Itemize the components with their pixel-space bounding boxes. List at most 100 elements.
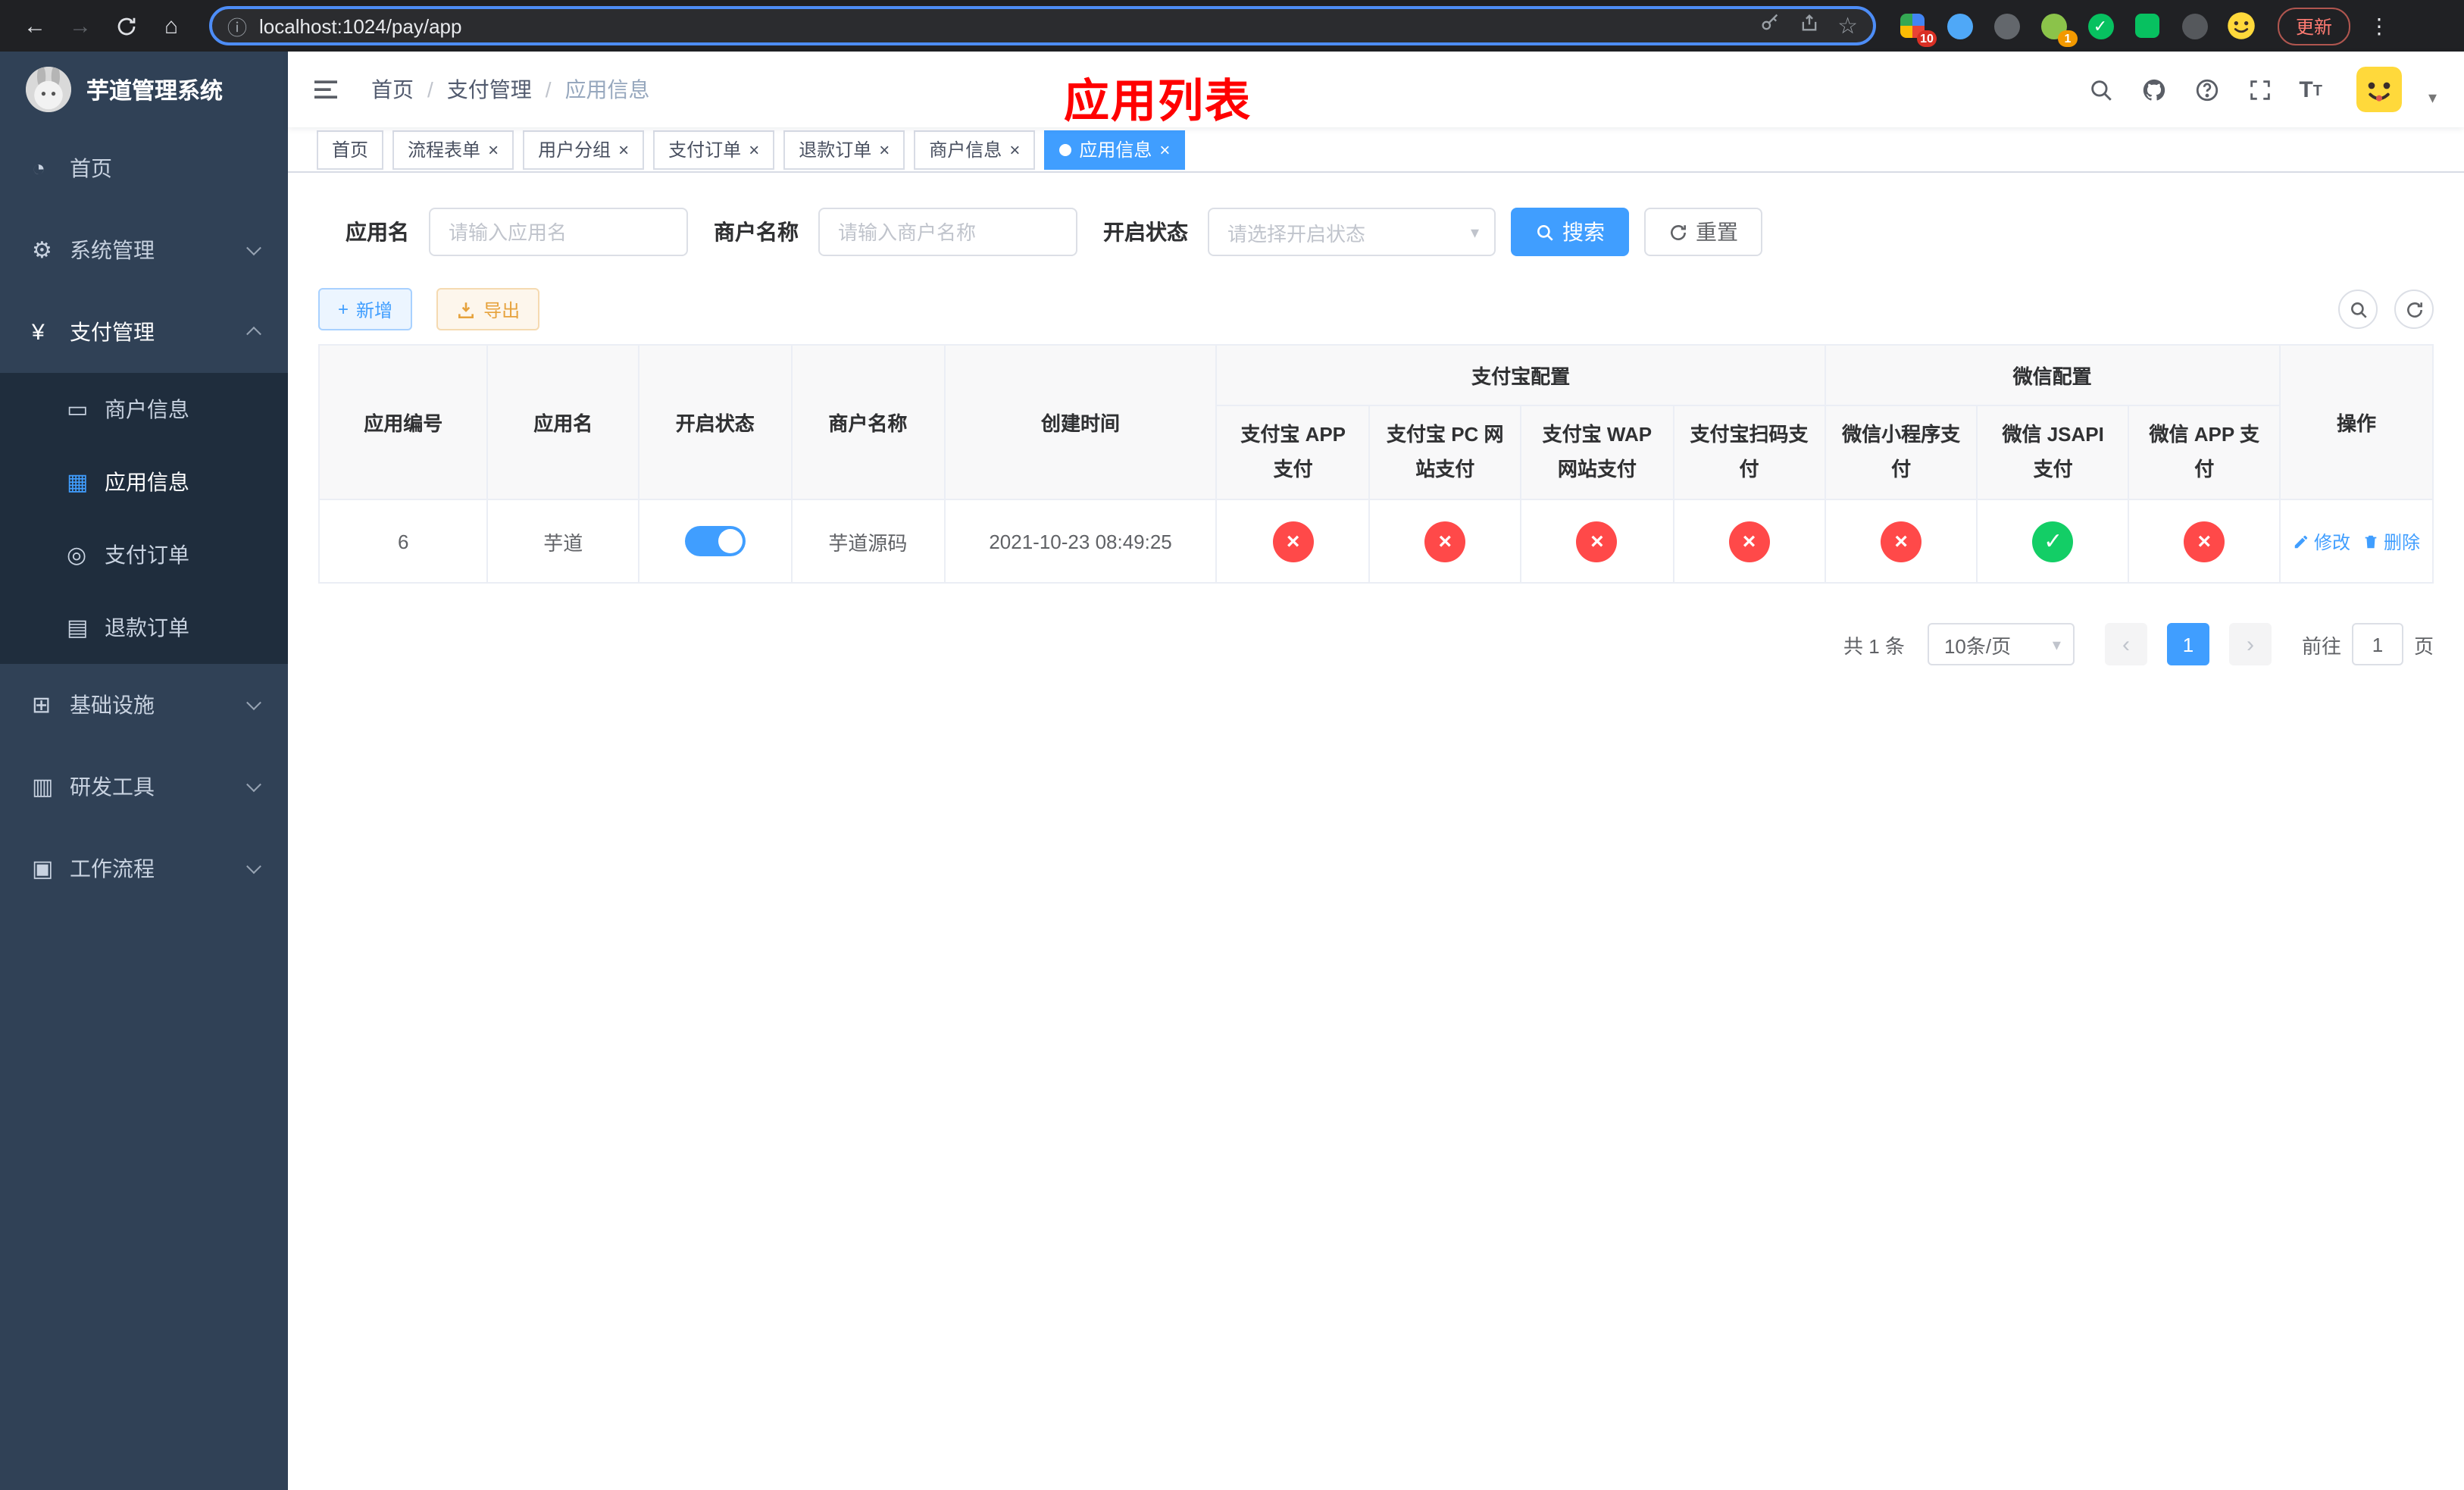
menu-label: 退款订单 xyxy=(105,615,189,640)
extension-pinned-grid-icon[interactable]: 10 xyxy=(1897,11,1937,47)
browser-refresh-icon[interactable] xyxy=(106,6,145,45)
avatar-caret-icon[interactable]: ▾ xyxy=(2428,87,2437,107)
extension-disabled-icon[interactable] xyxy=(1991,11,2022,41)
toolbox-icon: ▥ xyxy=(32,775,54,800)
col-alipay-app: 支付宝 APP 支付 xyxy=(1215,405,1371,500)
wechat-jsapi-status-icon: ✓ xyxy=(2032,521,2074,562)
sidebar-item-refund-order[interactable]: ▤ 退款订单 xyxy=(0,591,288,664)
toggle-search-button[interactable] xyxy=(2338,290,2378,329)
tab-close-icon[interactable]: × xyxy=(1159,140,1170,158)
fullscreen-icon[interactable] xyxy=(2246,76,2273,103)
menu-label: 支付管理 xyxy=(70,320,155,344)
sidebar-item-infrastructure[interactable]: ⊞ 基础设施 xyxy=(0,664,288,746)
tab-app-info[interactable]: 应用信息 × xyxy=(1044,130,1186,169)
site-info-icon[interactable]: ⓘ xyxy=(227,11,247,40)
dashboard-icon: ◔ xyxy=(32,155,46,181)
chevron-down-icon xyxy=(246,695,261,711)
add-button[interactable]: + 新增 xyxy=(318,288,413,330)
extension-green-check-icon[interactable]: ✓ xyxy=(2085,11,2115,41)
goto-page-input[interactable] xyxy=(2351,623,2403,665)
app-name-label: 应用名 xyxy=(346,220,409,244)
sidebar-item-merchant-info[interactable]: ▭ 商户信息 xyxy=(0,373,288,446)
saved-password-key-icon[interactable] xyxy=(1759,11,1780,40)
page-1-button[interactable]: 1 xyxy=(2166,623,2209,665)
breadcrumb-section[interactable]: 支付管理 xyxy=(447,74,532,105)
app-logo[interactable]: 芋道管理系统 xyxy=(0,52,288,127)
sidebar-item-pay-order[interactable]: ◎ 支付订单 xyxy=(0,518,288,591)
sidebar-item-payment[interactable]: ¥ 支付管理 xyxy=(0,291,288,373)
pagination-total: 共 1 条 xyxy=(1843,634,1905,657)
page-size-select[interactable]: 10条/页 ▾ xyxy=(1927,623,2075,665)
cell-app-name: 芋道 xyxy=(486,499,639,584)
tab-close-icon[interactable]: × xyxy=(879,140,890,158)
github-icon[interactable] xyxy=(2140,76,2167,103)
tab-user-group[interactable]: 用户分组 × xyxy=(523,130,645,169)
payment-submenu: ▭ 商户信息 ▦ 应用信息 ◎ 支付订单 ▤ 退款订单 xyxy=(0,373,288,664)
grid-icon: ▦ xyxy=(67,470,89,496)
tab-close-icon[interactable]: × xyxy=(618,140,629,158)
help-icon[interactable] xyxy=(2193,76,2220,103)
tab-close-icon[interactable]: × xyxy=(749,140,759,158)
browser-home-icon[interactable]: ⌂ xyxy=(152,6,191,45)
tab-process-form[interactable]: 流程表单 × xyxy=(392,130,514,169)
chevron-down-icon: ▾ xyxy=(1470,224,1479,242)
browser-back-icon[interactable]: ← xyxy=(15,6,55,45)
search-button[interactable]: 搜索 xyxy=(1511,208,1629,256)
share-icon[interactable] xyxy=(1798,11,1819,40)
menu-label: 应用信息 xyxy=(105,470,189,494)
tab-merchant-info[interactable]: 商户信息 × xyxy=(914,130,1036,169)
extension-blue-icon[interactable] xyxy=(1944,11,1975,41)
prev-page-button[interactable]: ‹ xyxy=(2104,623,2147,665)
extension-dark-icon[interactable] xyxy=(2179,11,2209,41)
breadcrumb-separator: / xyxy=(545,77,552,102)
address-bar[interactable]: ⓘ localhost:1024/pay/app ☆ xyxy=(209,6,1876,45)
browser-toolbar: ← → ⌂ ⓘ localhost:1024/pay/app ☆ 10 1 ✓ … xyxy=(0,0,2464,52)
reset-button[interactable]: 重置 xyxy=(1644,208,1762,256)
menu-label: 工作流程 xyxy=(70,856,155,881)
plus-icon: + xyxy=(338,299,349,320)
refresh-table-button[interactable] xyxy=(2394,290,2434,329)
breadcrumb-home[interactable]: 首页 xyxy=(371,74,414,105)
extension-profile-icon[interactable]: 1 xyxy=(2038,11,2078,47)
merchant-name-input[interactable] xyxy=(818,208,1077,256)
export-button[interactable]: 导出 xyxy=(436,288,540,330)
app-table: 应用编号 应用名 开启状态 商户名称 创建时间 支付宝配置 微信配置 操作 支付… xyxy=(317,344,2434,584)
sidebar-item-dev-tools[interactable]: ▥ 研发工具 xyxy=(0,746,288,828)
tab-close-icon[interactable]: × xyxy=(1009,140,1020,158)
credit-card-icon: ▭ xyxy=(67,397,89,423)
extension-emoji-icon[interactable] xyxy=(2226,11,2256,41)
extension-green-chat-icon[interactable] xyxy=(2132,11,2162,41)
chevron-down-icon xyxy=(246,240,261,256)
font-size-icon[interactable]: TT xyxy=(2299,78,2322,101)
tab-close-icon[interactable]: × xyxy=(488,140,499,158)
extensions-area: 10 1 ✓ xyxy=(1897,11,2256,47)
status-select[interactable]: 请选择开启状态 ▾ xyxy=(1208,208,1496,256)
search-icon[interactable] xyxy=(2087,76,2114,103)
collapse-sidebar-icon[interactable] xyxy=(311,74,341,105)
toolbar-right xyxy=(2338,290,2434,329)
tab-pay-order[interactable]: 支付订单 × xyxy=(653,130,775,169)
sidebar-item-app-info[interactable]: ▦ 应用信息 xyxy=(0,446,288,518)
sidebar-item-workflow[interactable]: ▣ 工作流程 xyxy=(0,828,288,909)
menu-label: 商户信息 xyxy=(105,397,189,421)
page-content: 应用名 商户名称 开启状态 请选择开启状态 ▾ 搜索 重置 xyxy=(288,173,2464,1490)
col-created: 创建时间 xyxy=(943,344,1218,500)
tab-refund-order[interactable]: 退款订单 × xyxy=(783,130,905,169)
browser-update-button[interactable]: 更新 xyxy=(2278,7,2351,45)
browser-menu-icon[interactable]: ⋮ xyxy=(2369,13,2390,39)
cell-merchant: 芋道源码 xyxy=(790,499,946,584)
user-avatar[interactable] xyxy=(2356,67,2403,112)
workflow-icon: ▣ xyxy=(32,856,54,882)
bookmark-star-icon[interactable]: ☆ xyxy=(1837,12,1858,39)
status-toggle[interactable] xyxy=(684,526,746,556)
tab-home[interactable]: 首页 xyxy=(317,130,384,169)
next-page-button[interactable]: › xyxy=(2228,623,2272,665)
menu-label: 研发工具 xyxy=(70,775,155,799)
sidebar-item-home[interactable]: ◔ 首页 xyxy=(0,127,288,209)
browser-forward-icon[interactable]: → xyxy=(61,6,100,45)
sidebar-item-system[interactable]: ⚙ 系统管理 xyxy=(0,209,288,291)
edit-button[interactable]: 修改 xyxy=(2293,528,2350,554)
trash-icon xyxy=(2365,534,2377,548)
app-name-input[interactable] xyxy=(429,208,688,256)
delete-button[interactable]: 删除 xyxy=(2362,528,2420,554)
